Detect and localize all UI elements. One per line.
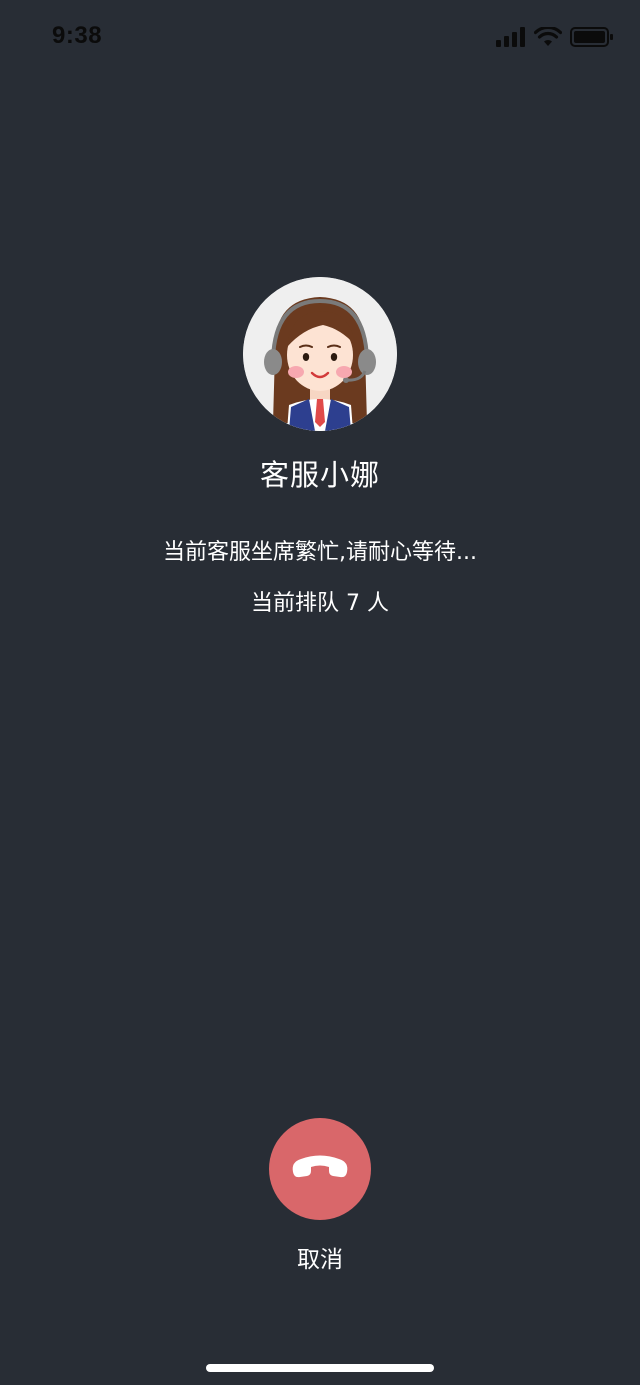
queue-message: 当前排队 7 人 [251,591,389,616]
agent-name: 客服小娜 [259,458,380,492]
cancel-label: 取消 [297,1247,343,1273]
battery-icon [570,26,614,52]
status-icons [496,25,614,52]
signal-icon [496,27,526,51]
status-bar: 9:38 [0,0,640,80]
status-time: 9:38 [52,22,103,49]
agent-portrait-icon [243,277,397,431]
agent-avatar [243,277,397,431]
phone-hangup-icon [289,1152,351,1186]
hangup-button[interactable] [269,1118,371,1220]
call-screen: 9:38 客服小娜 当前客服坐席繁忙,请耐心等待... 当前排队 7 人 取消 [0,0,640,1385]
home-indicator[interactable] [206,1364,434,1372]
wifi-icon [533,25,563,51]
busy-message: 当前客服坐席繁忙,请耐心等待... [163,540,477,565]
